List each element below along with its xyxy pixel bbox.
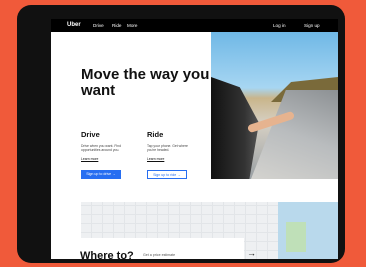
signup-link[interactable]: Sign up — [304, 23, 320, 28]
nav-link-ride[interactable]: Ride — [112, 23, 121, 28]
signup-ride-button[interactable]: Sign up to ride → — [147, 170, 187, 179]
nav-link-more[interactable]: More — [127, 23, 137, 28]
ride-text: Tap your phone. Get where you're headed. — [147, 144, 188, 153]
road — [251, 90, 338, 179]
hero-image — [211, 32, 338, 179]
where-to-title: Where to? — [80, 250, 134, 259]
drive-title: Drive — [81, 130, 100, 139]
screen: Uber Drive Ride More Log in Sign up Move… — [51, 19, 338, 259]
arrow-right-icon[interactable]: → — [247, 248, 256, 258]
top-nav: Uber Drive Ride More Log in Sign up — [51, 19, 338, 32]
uber-logo[interactable]: Uber — [67, 22, 81, 28]
login-link[interactable]: Log in — [273, 23, 286, 28]
drive-text: Drive when you want. Find opportunities … — [81, 144, 121, 153]
tablet-frame: Uber Drive Ride More Log in Sign up Move… — [17, 5, 345, 263]
hero-title: Move the way you want — [81, 66, 210, 99]
signup-drive-button[interactable]: Sign up to drive → — [81, 170, 121, 179]
map-park — [286, 222, 306, 252]
ride-learn-more[interactable]: Learn more — [147, 157, 164, 161]
drive-learn-more[interactable]: Learn more — [81, 157, 98, 161]
price-estimate-link[interactable]: Get a price estimate — [143, 253, 175, 257]
nav-link-drive[interactable]: Drive — [93, 23, 104, 28]
ride-title: Ride — [147, 130, 164, 139]
